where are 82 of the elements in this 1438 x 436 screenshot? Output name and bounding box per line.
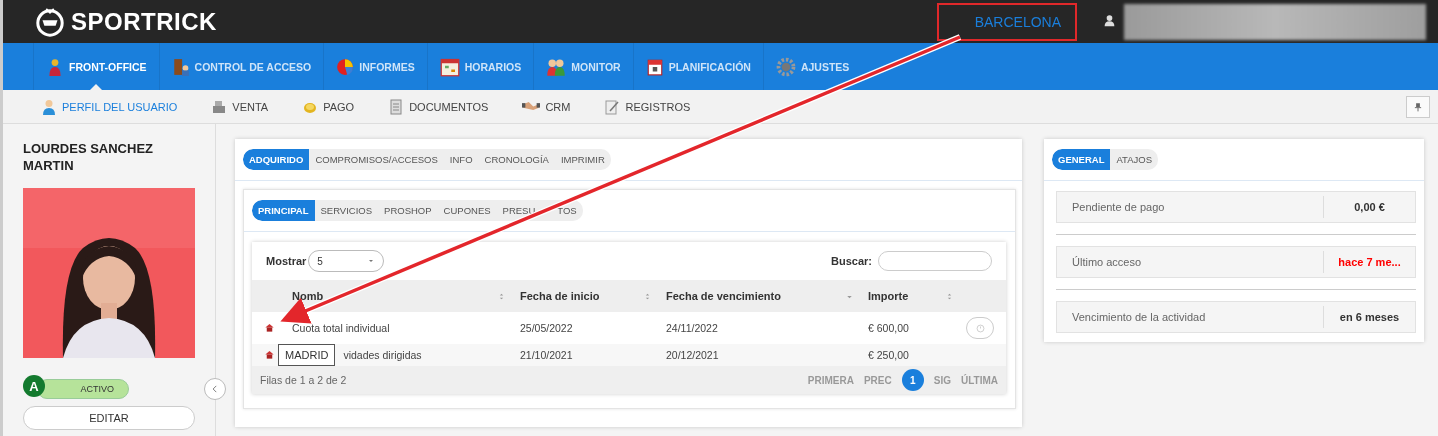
location-link[interactable]: BARCELONA [936,2,1077,41]
nav-tab-label: FRONT-OFFICE [69,60,147,73]
tab[interactable]: COMPROMISOS/ACCESOS [309,149,444,170]
table-cell-text: 20/12/2021 [665,349,720,361]
rows-count: Filas de 1 a 2 de 2 [260,374,347,386]
subnav-tab-label: REGISTROS [625,100,691,113]
cash-register-icon [211,98,228,115]
subnav-tab[interactable]: PAGO [302,98,355,115]
calendar-icon [439,56,460,77]
pin-button[interactable] [1406,95,1430,118]
nav-tab-label: MONITOR [571,60,621,73]
location-tag: MADRID [278,344,336,366]
tab[interactable]: PRINCIPAL [252,200,315,221]
page-link[interactable]: 1 [901,369,924,391]
column-header[interactable]: Fecha de vencimiento [666,290,781,302]
subnav-tab-label: PERFIL DEL USUARIO [62,100,178,113]
subnav-tab[interactable]: REGISTROS [604,98,691,115]
nav-tab-label: INFORMES [359,60,415,73]
table-cell-text: € 250,00 [867,349,910,361]
subnav-tab[interactable]: PERFIL DEL USUARIO [41,98,178,115]
nav-tab-label: CONTROL DE ACCESO [194,60,312,73]
table-cell-text: vidades dirigidas [342,349,422,361]
table-cell-text: € 600,00 [867,322,910,334]
gear-icon [775,56,796,77]
show-label: Mostrar [266,255,307,267]
logo-icon [35,6,65,37]
tab[interactable]: GENERAL [1052,149,1111,170]
tab[interactable]: SERVICIOS [314,200,379,221]
summary-label: Vencimiento de la actividad [1071,311,1207,323]
table-cell-text: Cuota total individual [291,322,390,334]
table-cell-text: 21/10/2021 [519,349,574,361]
nav-tab-label: HORARIOS [464,60,522,73]
subnav-tab-label: CRM [545,100,571,113]
handshake-icon [522,102,541,111]
column-header[interactable]: Fecha de inicio [520,290,600,302]
user-icon [1103,13,1116,27]
tab[interactable]: INFO [443,149,479,170]
summary-value: hace 7 me... [1323,251,1415,273]
table-cell-text: 25/05/2022 [519,322,574,334]
house-icon [264,322,275,333]
table-cell-text: 24/11/2022 [665,322,719,334]
pin-icon [1413,101,1423,112]
edit-button[interactable]: EDITAR [23,406,195,430]
summary-value: en 6 meses [1323,306,1415,328]
user-icon [41,98,57,115]
subnav-tab-label: DOCUMENTOS [409,100,489,113]
subnav-tab[interactable]: DOCUMENTOS [388,98,489,115]
tab[interactable]: PROSHOP [378,200,438,221]
subnav-tab[interactable]: VENTA [211,98,269,115]
chevron-left-icon [210,384,220,394]
column-header[interactable]: Importe [868,290,909,302]
column-header[interactable]: Nomb [292,290,324,302]
caret-icon [367,257,376,265]
logo-text: SPORTRICK [71,7,217,36]
tab[interactable]: IMPRIMIR [554,149,611,170]
row-action-button[interactable] [966,317,994,339]
tab[interactable]: CUPONES [437,200,497,221]
summary-value: 0,00 € [1323,196,1415,218]
tab[interactable]: ADQUIRIDO [243,149,310,170]
calendar-icon [645,57,664,76]
member-name: LOURDES SANCHEZ MARTIN [23,140,154,174]
tab[interactable]: ATAJOS [1110,149,1158,170]
door-icon [171,57,190,76]
summary-label: Último acceso [1071,256,1143,268]
subnav-tab-label: VENTA [232,100,269,113]
subnav-tab-label: PAGO [323,100,355,113]
notepad-icon [604,98,621,115]
nav-tab-label: AJUSTES [800,60,850,73]
pie-chart-icon [336,57,355,76]
clock-icon [974,322,986,334]
summary-label: Pendiente de pago [1071,201,1166,213]
search-field[interactable] [878,251,992,271]
tab[interactable]: PRESU TOS [496,200,583,221]
subnav-tab[interactable]: CRM [522,100,571,113]
person-icon [46,57,64,76]
tab[interactable]: CRONOLOGÍA [478,149,555,170]
document-icon [388,98,405,115]
collapse-button[interactable] [204,378,226,400]
initial-badge: A [23,375,45,397]
search-label: Buscar: [831,255,872,267]
house-icon [264,349,275,360]
nav-tab-label: PLANIFICACIÓN [668,60,751,73]
